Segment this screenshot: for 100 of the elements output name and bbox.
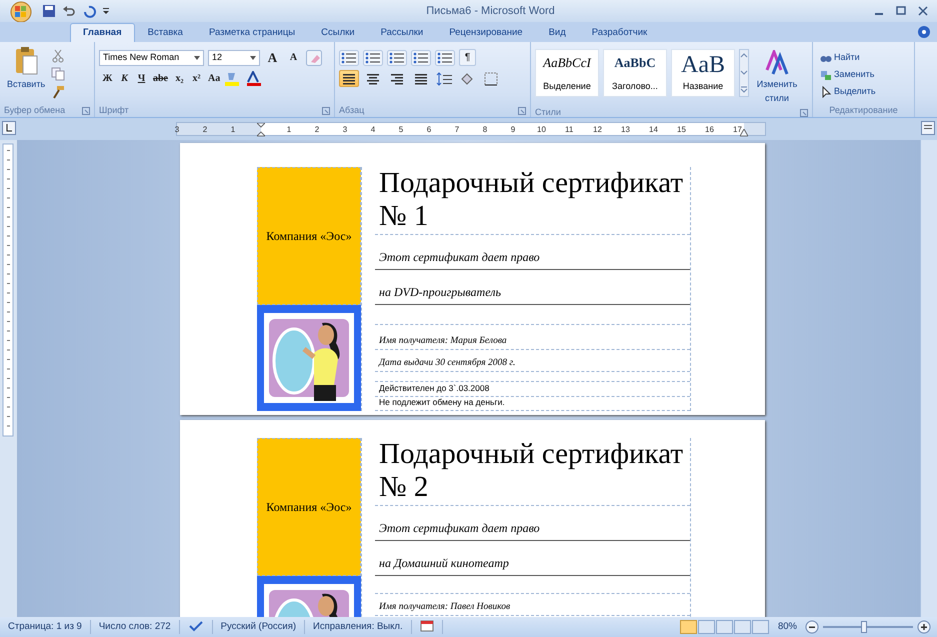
redo-icon[interactable]	[82, 4, 96, 18]
ruler-number: 8	[482, 124, 488, 136]
zoom-out-icon[interactable]	[805, 620, 819, 634]
group-label: Буфер обмена	[4, 104, 66, 117]
format-button[interactable]: Aa	[205, 70, 224, 87]
dialog-launcher-icon[interactable]	[800, 108, 808, 116]
group-label: Редактирование	[829, 104, 898, 117]
save-icon[interactable]	[42, 4, 56, 18]
language[interactable]: Русский (Россия)	[212, 620, 306, 634]
help-icon[interactable]	[917, 25, 931, 39]
format-button[interactable]: Ж	[99, 70, 116, 87]
change-styles-button[interactable]: Изменить стили	[753, 49, 801, 106]
zoom-in-icon[interactable]	[917, 620, 931, 634]
ribbon-tab[interactable]: Рецензирование	[436, 22, 536, 42]
line-spacing-icon[interactable]	[435, 70, 455, 86]
macro-icon[interactable]	[420, 620, 434, 632]
indent-marker-icon[interactable]	[257, 123, 265, 137]
editing-button[interactable]: Выделить	[817, 83, 879, 100]
exchange-note: Не подлежит обмену на деньги.	[379, 396, 505, 409]
recipient-name: Имя получателя: Павел Новиков	[379, 600, 510, 614]
center-align-icon	[366, 72, 380, 86]
certificate-line: Этот сертификат дает право	[379, 249, 540, 266]
zoom-slider-thumb[interactable]	[860, 621, 867, 633]
dialog-launcher-icon[interactable]	[82, 106, 90, 114]
copy-icon[interactable]	[51, 67, 66, 81]
ruler-number: 14	[649, 124, 657, 136]
format-button[interactable]: К	[116, 70, 133, 87]
ruler-number: 2	[314, 124, 320, 136]
paste-button[interactable]: Вставить	[4, 45, 48, 104]
window-title: Письма6 - Microsoft Word	[425, 4, 556, 19]
ruler-number: 3	[174, 124, 180, 136]
certificate-title: Подарочный сертификат № 2	[379, 438, 684, 504]
format-button[interactable]: Ч	[133, 70, 150, 87]
ruler-number: 9	[510, 124, 516, 136]
style-gallery-item[interactable]: AaB Название	[671, 49, 735, 97]
cursor-icon	[820, 86, 832, 98]
ruler-number: 11	[565, 124, 573, 136]
group-label: Шрифт	[99, 104, 129, 117]
ruler-number: 6	[426, 124, 432, 136]
ruler-number: 10	[537, 124, 545, 136]
font-name-field[interactable]: Times New Roman	[99, 50, 204, 66]
page-count[interactable]: Страница: 1 из 9	[0, 620, 91, 634]
ruler-number: 17	[733, 124, 741, 136]
zoom-level[interactable]: 80%	[770, 620, 805, 634]
ribbon-tab[interactable]: Рассылки	[368, 22, 436, 42]
ruler-number: 3	[342, 124, 348, 136]
valid-until: Действителен до 3`.03.2008	[379, 382, 490, 395]
font-size-field[interactable]: 12	[208, 50, 260, 66]
ruler-number: 5	[398, 124, 404, 136]
ruler-number: 12	[593, 124, 601, 136]
format-button[interactable]: x₂	[171, 70, 188, 87]
dropdown-arrow-icon	[194, 56, 200, 60]
editing-button[interactable]: Заменить	[817, 66, 879, 83]
left-align-icon	[342, 72, 356, 86]
style-gallery-item[interactable]: AaBbC Заголово...	[603, 49, 667, 97]
gallery-scroll-icon[interactable]	[739, 49, 749, 97]
ruler-number: 15	[677, 124, 685, 136]
right-indent-marker-icon[interactable]	[740, 129, 748, 137]
format-button[interactable]: abe	[150, 70, 171, 87]
right-align-icon	[390, 72, 404, 86]
ribbon-tab[interactable]: Разработчик	[578, 22, 660, 42]
scissors-icon[interactable]	[51, 49, 66, 63]
ruler-number: 7	[454, 124, 460, 136]
replace-icon	[820, 68, 832, 80]
group-label: Абзац	[339, 104, 364, 117]
company-name: Компания «Эос»	[257, 167, 361, 305]
ruler-number: 2	[202, 124, 208, 136]
ribbon-tab[interactable]: Главная	[70, 22, 135, 42]
ribbon-tab[interactable]: Вставка	[134, 22, 196, 42]
spelling-check-icon[interactable]	[188, 620, 204, 632]
brush-icon[interactable]	[51, 85, 66, 99]
style-gallery-item[interactable]: AaBbCcI Выделение	[535, 49, 599, 97]
ruler-number: 1	[230, 124, 236, 136]
grow-font-button[interactable]: A	[264, 49, 281, 66]
shrink-font-button[interactable]: A	[285, 49, 302, 66]
align-button[interactable]	[339, 70, 359, 87]
undo-icon[interactable]	[62, 4, 76, 18]
ribbon-tab[interactable]: Разметка страницы	[196, 22, 308, 42]
zoom-slider[interactable]	[823, 620, 913, 634]
ribbon-tab[interactable]: Вид	[536, 22, 579, 42]
bullets-icon[interactable]	[339, 50, 359, 66]
dialog-launcher-icon[interactable]	[322, 106, 330, 114]
editing-button[interactable]: Найти	[817, 49, 879, 66]
scrollbar[interactable]	[920, 140, 937, 617]
customize-icon[interactable]	[102, 6, 110, 16]
clipboard-icon	[13, 46, 40, 76]
view-ruler-icon[interactable]	[921, 121, 935, 135]
tab-selector-icon[interactable]	[2, 121, 16, 135]
recipient-name: Имя получателя: Мария Белова	[379, 334, 507, 348]
issue-date: Дата выдачи 30 сентября 2008 г.	[379, 356, 516, 370]
ruler-number: 4	[370, 124, 376, 136]
ruler-number: 16	[705, 124, 713, 136]
show-marks-button[interactable]: ¶	[459, 49, 476, 66]
format-button[interactable]: x²	[188, 70, 205, 87]
group-label: Стили	[535, 106, 561, 119]
certificate-line: Этот сертификат дает право	[379, 520, 540, 537]
track-changes-status[interactable]: Исправления: Выкл.	[305, 620, 412, 634]
word-count[interactable]: Число слов: 272	[90, 620, 180, 634]
dialog-launcher-icon[interactable]	[518, 106, 526, 114]
ribbon-tab[interactable]: Ссылки	[308, 22, 368, 42]
